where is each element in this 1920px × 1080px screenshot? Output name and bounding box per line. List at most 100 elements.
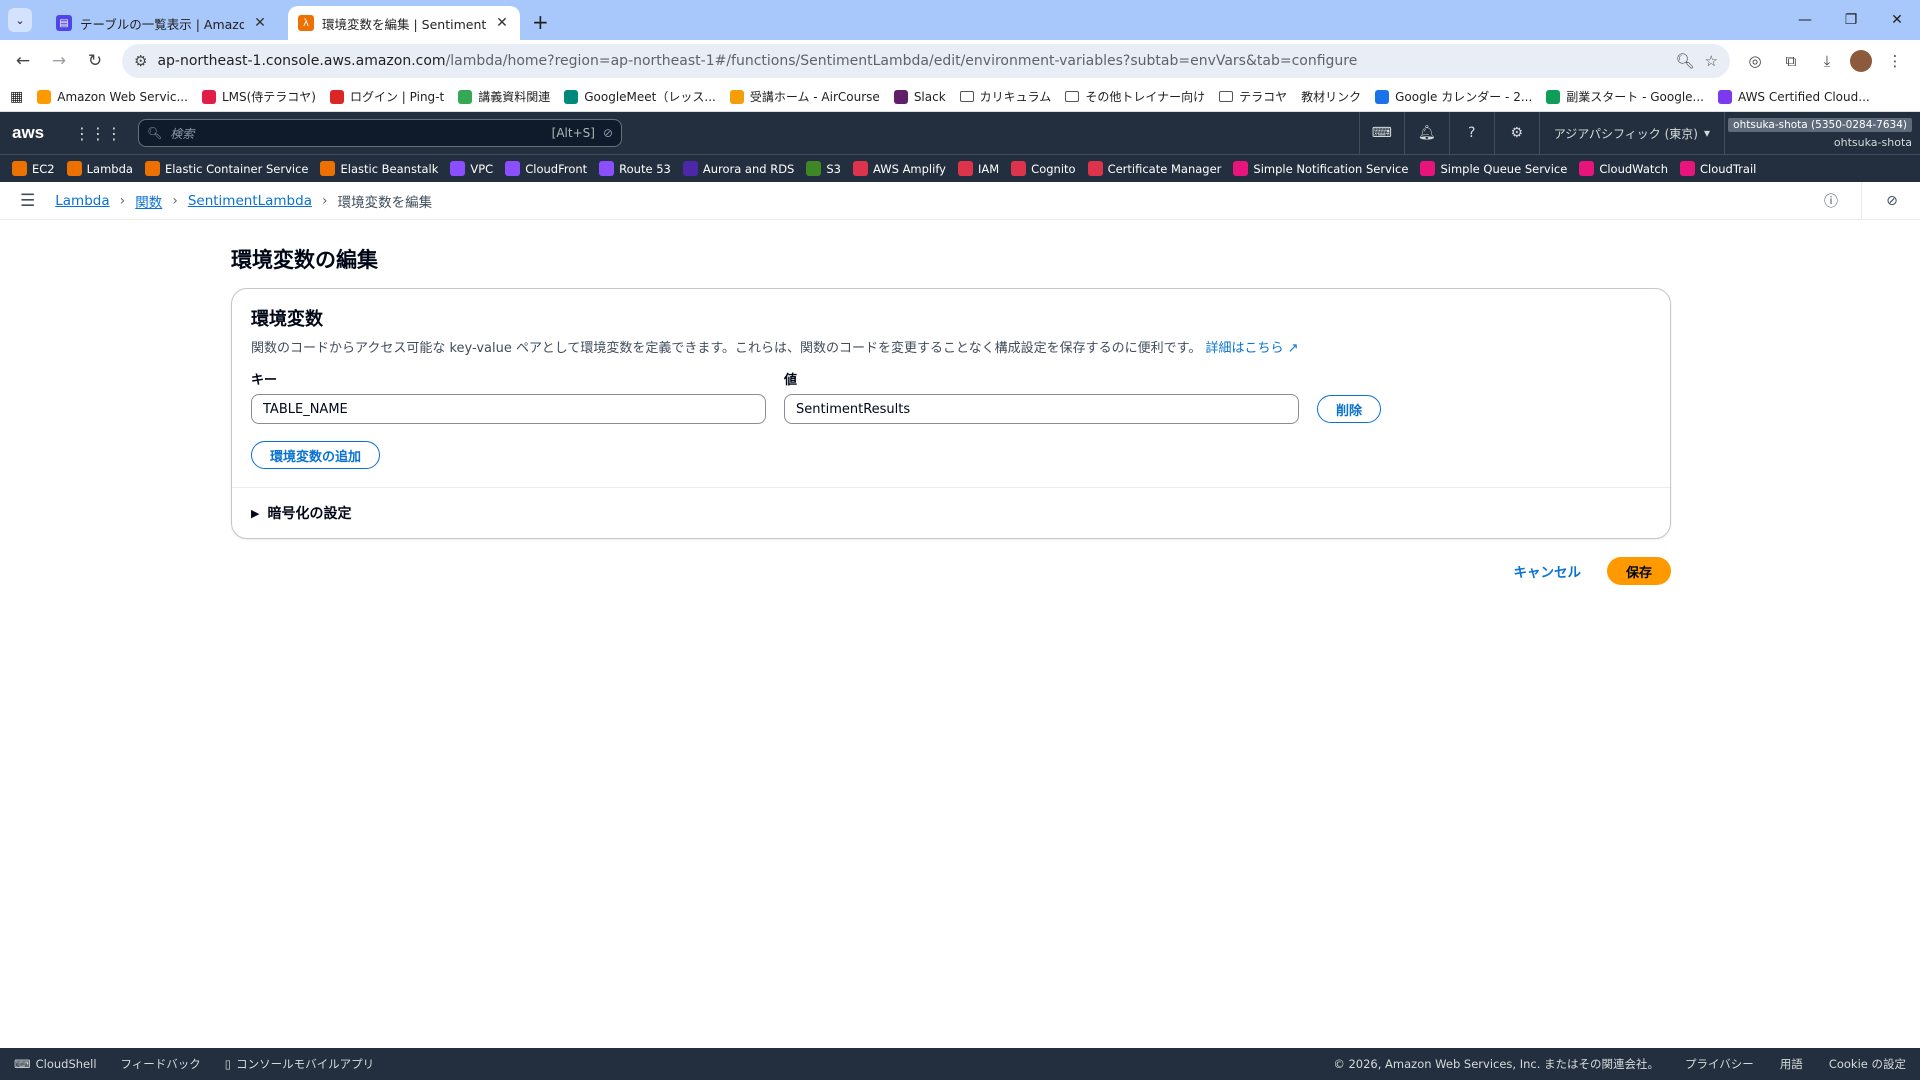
env-vars-panel: 環境変数 関数のコードからアクセス可能な key-value ペアとして環境変数… (231, 288, 1671, 539)
favorite-service-aurora-and-rds[interactable]: Aurora and RDS (682, 161, 794, 176)
close-tab-icon[interactable]: ✕ (494, 15, 510, 31)
terms-link[interactable]: 用語 (1780, 1056, 1803, 1072)
service-label: S3 (826, 161, 841, 176)
favorite-service-cloudwatch[interactable]: CloudWatch (1579, 161, 1668, 176)
clear-search-icon[interactable]: ⊘ (603, 126, 613, 140)
panel-description: 関数のコードからアクセス可能な key-value ペアとして環境変数を定義でき… (251, 341, 1299, 356)
reload-icon[interactable]: ↻ (80, 46, 110, 76)
bookmark-item[interactable]: 教材リンク (1301, 88, 1361, 105)
encryption-settings-toggle[interactable]: ▶ 暗号化の設定 (232, 487, 1670, 538)
browser-tab-dynamodb[interactable]: ▤ テーブルの一覧表示 | Amazon Dy ✕ (46, 6, 278, 40)
favorite-service-elastic-container-service[interactable]: Elastic Container Service (144, 161, 308, 176)
bookmark-icon (329, 89, 344, 104)
help-icon[interactable]: ? (1448, 112, 1494, 154)
favorite-service-route-53[interactable]: Route 53 (599, 161, 671, 176)
close-window-icon[interactable]: ✕ (1874, 0, 1920, 40)
service-label: VPC (470, 161, 494, 176)
notifications-bell-icon[interactable]: 🔔︎ (1403, 112, 1449, 154)
new-tab-button[interactable]: + (532, 6, 549, 40)
chevron-right-icon: › (321, 192, 328, 209)
favorite-service-certificate-manager[interactable]: Certificate Manager (1087, 161, 1221, 176)
region-selector[interactable]: アジアパシフィック (東京) ▾ (1538, 112, 1724, 154)
bookmark-item[interactable]: ログイン | Ping-t (329, 88, 444, 105)
tab-search-button[interactable]: ⌄ (8, 8, 32, 32)
info-icon[interactable]: ⓘ (1821, 191, 1841, 211)
favorite-service-lambda[interactable]: Lambda (66, 161, 133, 176)
search-shortcut: [Alt+S] (551, 126, 595, 140)
folder-icon (1219, 91, 1234, 102)
page-title: 環境変数の編集 (231, 248, 378, 272)
service-icon (320, 161, 336, 176)
bookmark-folder[interactable]: その他トレイナー向け (1065, 88, 1205, 105)
mobile-app-link[interactable]: ▯ コンソールモバイルアプリ (225, 1056, 374, 1072)
add-env-var-button[interactable]: 環境変数の追加 (251, 441, 381, 469)
favorite-service-aws-amplify[interactable]: AWS Amplify (853, 161, 946, 176)
folder-icon (959, 91, 974, 102)
env-value-input[interactable]: SentimentResults (784, 394, 1299, 424)
favorite-service-cloudtrail[interactable]: CloudTrail (1679, 161, 1757, 176)
site-info-icon[interactable]: ⚙ (134, 52, 147, 70)
settings-gear-icon[interactable]: ⚙ (1493, 112, 1539, 154)
close-tab-icon[interactable]: ✕ (252, 15, 268, 31)
bookmark-folder[interactable]: カリキュラム (959, 88, 1051, 105)
aws-search-input[interactable]: 🔍︎ 検索 [Alt+S] ⊘ (138, 119, 622, 147)
url-input[interactable]: ⚙ ap-northeast-1.console.aws.amazon.com/… (122, 44, 1730, 78)
breadcrumb-lambda[interactable]: Lambda (55, 193, 109, 209)
remove-button[interactable]: 削除 (1317, 395, 1382, 423)
cancel-button[interactable]: キャンセル (1513, 561, 1581, 581)
side-nav-toggle-icon[interactable]: ☰ (20, 191, 35, 211)
restore-icon[interactable]: ❐ (1828, 0, 1874, 40)
back-icon[interactable]: ← (8, 46, 38, 76)
minimize-icon[interactable]: — (1782, 0, 1828, 40)
bookmark-item[interactable]: Slack (893, 89, 946, 104)
breadcrumb-function[interactable]: SentimentLambda (188, 193, 312, 209)
cloudshell-button[interactable]: ⌨ CloudShell (14, 1057, 97, 1071)
profile-avatar[interactable] (1850, 50, 1872, 72)
apps-grid-icon[interactable]: ▦ (10, 89, 23, 105)
download-icon[interactable]: ⤓ (1814, 48, 1840, 74)
bookmarks-bar: ▦ Amazon Web Servic... LMS(侍テラコヤ) ログイン |… (0, 82, 1920, 112)
browser-menu-icon[interactable]: ⋮ (1882, 48, 1908, 74)
breadcrumb-functions[interactable]: 関数 (135, 191, 162, 211)
aws-logo[interactable]: aws (12, 123, 46, 143)
favorite-service-cloudfront[interactable]: CloudFront (505, 161, 587, 176)
favorite-service-s3[interactable]: S3 (806, 161, 841, 176)
cookie-settings-link[interactable]: Cookie の設定 (1829, 1056, 1906, 1072)
bookmark-item[interactable]: Amazon Web Servic... (37, 89, 188, 104)
bookmark-folder[interactable]: テラコヤ (1219, 88, 1287, 105)
bookmark-item[interactable]: AWS Certified Cloud... (1718, 89, 1870, 104)
forward-icon[interactable]: → (44, 46, 74, 76)
save-button[interactable]: 保存 (1606, 557, 1671, 585)
zoom-icon[interactable]: 🔍︎ (1676, 52, 1695, 70)
favorite-service-vpc[interactable]: VPC (450, 161, 493, 176)
favorite-service-cognito[interactable]: Cognito (1011, 161, 1076, 176)
bookmark-item[interactable]: LMS(侍テラコヤ) (201, 88, 316, 105)
feedback-link[interactable]: フィードバック (121, 1056, 201, 1072)
screenshot-icon[interactable]: ◎ (1742, 48, 1768, 74)
cloudshell-icon[interactable]: ⌨ (1358, 112, 1404, 154)
favorite-service-simple-queue-service[interactable]: Simple Queue Service (1420, 161, 1567, 176)
services-menu-icon[interactable]: ⋮⋮⋮ (74, 124, 122, 143)
account-menu[interactable]: ohtsuka-shota (5350-0284-7634) ohtsuka-s… (1724, 112, 1920, 154)
calendar-icon (1375, 89, 1390, 104)
bookmark-star-icon[interactable]: ☆ (1705, 52, 1718, 70)
env-key-input[interactable]: TABLE_NAME (251, 394, 766, 424)
copyright-text: © 2026, Amazon Web Services, Inc. またはその関… (1333, 1057, 1660, 1071)
favorite-service-iam[interactable]: IAM (957, 161, 999, 176)
favorite-service-simple-notification-service[interactable]: Simple Notification Service (1233, 161, 1408, 176)
tools-panel-icon[interactable]: ⊘ (1882, 191, 1902, 211)
bookmark-item[interactable]: 副業スタート - Google... (1546, 88, 1704, 105)
service-label: CloudTrail (1699, 161, 1757, 176)
learn-more-link[interactable]: 詳細はこちら ↗ (1206, 341, 1299, 356)
bookmark-item[interactable]: GoogleMeet（レッス... (564, 88, 716, 105)
extensions-icon[interactable]: ⧉ (1778, 48, 1804, 74)
key-label: キー (251, 373, 278, 388)
privacy-link[interactable]: プライバシー (1685, 1056, 1754, 1072)
favorite-service-elastic-beanstalk[interactable]: Elastic Beanstalk (320, 161, 438, 176)
bookmark-item[interactable]: 受講ホーム - AirCourse (729, 88, 880, 105)
browser-tab-lambda[interactable]: λ 環境変数を編集 | SentimentLam ✕ (288, 6, 520, 40)
bookmark-item[interactable]: Google カレンダー - 2... (1375, 88, 1532, 105)
favorite-service-ec2[interactable]: EC2 (12, 161, 55, 176)
main-content: 環境変数の編集 環境変数 関数のコードからアクセス可能な key-value ペ… (231, 244, 1671, 585)
bookmark-item[interactable]: 講義資料関連 (458, 88, 550, 105)
